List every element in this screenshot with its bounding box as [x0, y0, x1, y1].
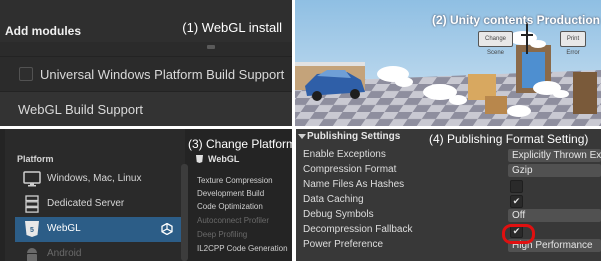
add-modules-title: Add modules — [5, 24, 82, 38]
setting-row-enable-exceptions: Enable Exceptions Explicitly Thrown Exce… — [296, 148, 601, 163]
module-row-webgl[interactable]: WebGL Build Support — [0, 92, 292, 126]
setting-deep-profiling: Deep Profiling — [197, 230, 248, 239]
android-icon — [27, 248, 37, 261]
step-4-caption: (4) Publishing Format Setting) — [429, 132, 589, 146]
platform-item-webgl[interactable]: 5 WebGL — [15, 217, 183, 242]
platform-item-dedicated-server[interactable]: Dedicated Server — [15, 192, 183, 217]
setting-label: Compression Format — [303, 164, 397, 175]
setting-row-decompression-fallback: Decompression Fallback ✔ — [296, 223, 601, 238]
name-files-as-hashes-checkbox[interactable] — [510, 180, 523, 193]
monitor-icon — [23, 171, 41, 187]
uwp-checkbox[interactable] — [19, 67, 33, 81]
platform-item-windows-mac-linux[interactable]: Windows, Mac, Linux — [15, 167, 183, 192]
debug-symbols-dropdown[interactable]: Off — [508, 209, 601, 222]
step-3-caption: (3) Change Platform — [188, 137, 292, 151]
setting-row-name-files-as-hashes: Name Files As Hashes — [296, 178, 601, 193]
setting-row-debug-symbols: Debug Symbols Off — [296, 208, 601, 223]
setting-texture-compression: Texture Compression — [197, 176, 273, 185]
module-row-uwp[interactable]: Universal Windows Platform Build Support — [0, 57, 292, 92]
setting-development-build: Development Build — [197, 189, 265, 198]
print-error-button[interactable]: Print Error — [560, 31, 586, 56]
html5-icon: 5 — [25, 221, 39, 237]
unity-logo-icon — [161, 223, 173, 235]
setting-label: Power Preference — [303, 239, 384, 250]
add-modules-panel: Add modules (1) WebGL install Universal … — [0, 0, 292, 126]
platform-list: Platform Windows, Mac, Linux Dedicated S… — [5, 129, 188, 261]
setting-autoconnect-profiler: Autoconnect Profiler — [197, 216, 270, 225]
svg-text:5: 5 — [30, 227, 34, 234]
module-label-uwp: Universal Windows Platform Build Support — [40, 67, 285, 82]
build-settings-panel: Platform Windows, Mac, Linux Dedicated S… — [0, 129, 292, 261]
platform-label: Dedicated Server — [47, 198, 125, 209]
platform-label: WebGL — [47, 223, 81, 234]
module-row-partial — [0, 42, 292, 57]
setting-label: Data Caching — [303, 194, 364, 205]
platform-item-android[interactable]: Android — [15, 242, 183, 261]
setting-row-compression-format: Compression Format Gzip — [296, 163, 601, 178]
enable-exceptions-dropdown[interactable]: Explicitly Thrown Exceptions Only — [508, 149, 601, 162]
compression-format-dropdown[interactable]: Gzip — [508, 164, 601, 177]
data-caching-checkbox[interactable]: ✔ — [510, 195, 523, 208]
platform-label: Windows, Mac, Linux — [47, 173, 142, 184]
change-scene-button[interactable]: Change Scene — [478, 31, 513, 56]
module-label-webgl: WebGL Build Support — [18, 102, 144, 117]
setting-label: Enable Exceptions — [303, 149, 386, 160]
highlight-circle — [502, 224, 535, 244]
selected-platform-header: WebGL — [195, 154, 239, 164]
add-modules-header: Add modules (1) WebGL install — [0, 0, 292, 43]
foldout-arrow-icon[interactable] — [298, 134, 306, 139]
publishing-settings-panel: Publishing Settings (4) Publishing Forma… — [296, 129, 601, 261]
step-1-caption: (1) WebGL install — [182, 20, 282, 35]
setting-label: Debug Symbols — [303, 209, 374, 220]
setting-row-data-caching: Data Caching ✔ — [296, 193, 601, 208]
selected-platform-title: WebGL — [208, 154, 240, 164]
setting-row-power-preference: Power Preference High Performance — [296, 238, 601, 253]
setting-label: Name Files As Hashes — [303, 179, 405, 190]
publishing-settings-title: Publishing Settings — [307, 131, 401, 142]
setting-code-optimization: Code Optimization — [197, 202, 263, 211]
unity-scene-preview: (2) Unity contents Production Change Sce… — [295, 0, 601, 126]
server-icon — [25, 195, 39, 213]
setting-label: Decompression Fallback — [303, 224, 413, 235]
step-2-caption: (2) Unity contents Production — [432, 13, 600, 27]
setting-il2cpp-code-generation: IL2CPP Code Generation — [197, 244, 288, 253]
platform-label: Android — [47, 248, 82, 259]
platform-list-title: Platform — [17, 154, 54, 164]
platform-list-scrollbar[interactable] — [181, 164, 188, 261]
html5-icon — [196, 155, 203, 163]
